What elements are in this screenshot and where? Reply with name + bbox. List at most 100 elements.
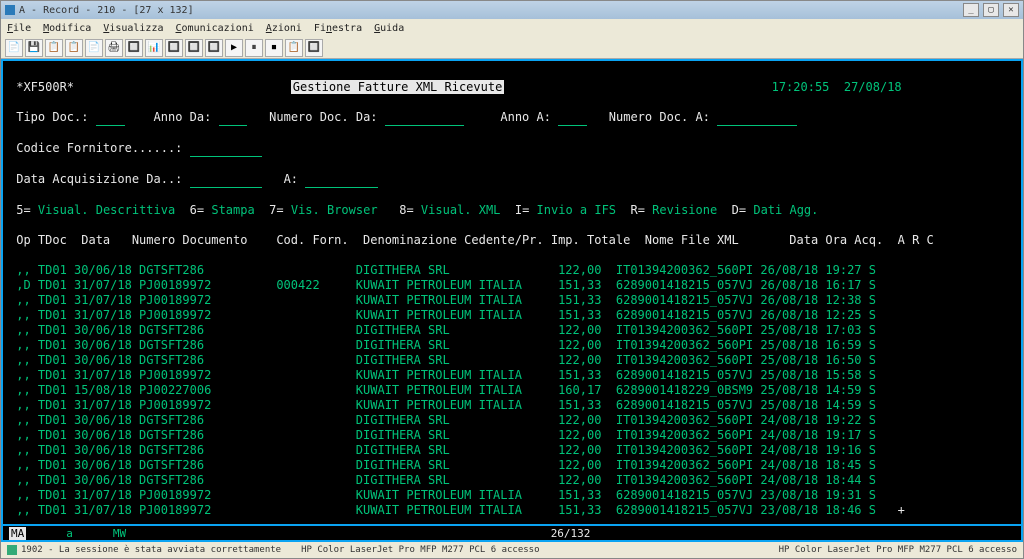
anno-a-label: Anno A:	[500, 110, 551, 124]
toolbar-btn-6[interactable]: 🔲	[125, 39, 143, 57]
toolbar: 📄💾📋📋📄🖨🔲📊🔲🔲🔲▶⏸⏹📋🔲	[1, 37, 1023, 59]
cmd-6-key: 6=	[190, 203, 204, 217]
table-row[interactable]: ,, TD01 31/07/18 PJ00189972 KUWAIT PETRO…	[9, 308, 1015, 323]
cmd-r-label: Revisione	[652, 203, 717, 217]
status-a: a	[66, 527, 73, 540]
table-row[interactable]: ,, TD01 30/06/18 DGTSFT286 DIGITHERA SRL…	[9, 353, 1015, 368]
menu-azioni[interactable]: Azioni	[266, 23, 302, 34]
menu-file[interactable]: File	[7, 23, 31, 34]
cmd-6-label: Stampa	[211, 203, 254, 217]
anno-da-label: Anno Da:	[154, 110, 212, 124]
tipo-doc-input[interactable]	[96, 110, 125, 126]
menu-finestra[interactable]: Finestra	[314, 23, 362, 34]
numero-doc-da-input[interactable]	[385, 110, 464, 126]
table-row[interactable]: ,, TD01 31/07/18 PJ00189972 KUWAIT PETRO…	[9, 293, 1015, 308]
row-data: TD01 31/07/18 PJ00189972 000422 KUWAIT P…	[38, 278, 876, 292]
data-acq-da-input[interactable]	[190, 172, 262, 188]
toolbar-btn-4[interactable]: 📄	[85, 39, 103, 57]
table-row[interactable]: ,, TD01 31/07/18 PJ00189972 KUWAIT PETRO…	[9, 488, 1015, 503]
op-input[interactable]: ,,	[9, 488, 38, 502]
row-data: TD01 30/06/18 DGTSFT286 DIGITHERA SRL 12…	[38, 473, 876, 487]
table-row[interactable]: ,, TD01 30/06/18 DGTSFT286 DIGITHERA SRL…	[9, 263, 1015, 278]
row-data: TD01 31/07/18 PJ00189972 KUWAIT PETROLEU…	[38, 503, 876, 517]
anno-a-input[interactable]	[558, 110, 587, 126]
toolbar-btn-7[interactable]: 📊	[145, 39, 163, 57]
codice-fornitore-label: Codice Fornitore......:	[16, 141, 182, 155]
row-data: TD01 31/07/18 PJ00189972 KUWAIT PETROLEU…	[38, 488, 876, 502]
row-data: TD01 30/06/18 DGTSFT286 DIGITHERA SRL 12…	[38, 428, 876, 442]
data-acq-da-label: Data Acquisizione Da..:	[16, 172, 182, 186]
toolbar-btn-0[interactable]: 📄	[5, 39, 23, 57]
minimize-button[interactable]: _	[963, 3, 979, 17]
program-id: *XF500R*	[16, 80, 74, 94]
cmd-d-label: Dati Agg.	[753, 203, 818, 217]
row-data: TD01 30/06/18 DGTSFT286 DIGITHERA SRL 12…	[38, 458, 876, 472]
menu-visualizza[interactable]: Visualizza	[103, 23, 163, 34]
table-row[interactable]: ,, TD01 15/08/18 PJ00227006 KUWAIT PETRO…	[9, 383, 1015, 398]
toolbar-btn-15[interactable]: 🔲	[305, 39, 323, 57]
toolbar-btn-14[interactable]: 📋	[285, 39, 303, 57]
toolbar-btn-11[interactable]: ▶	[225, 39, 243, 57]
window-titlebar: A - Record - 210 - [27 x 132] _ ▢ ✕	[1, 1, 1023, 19]
table-row[interactable]: ,, TD01 30/06/18 DGTSFT286 DIGITHERA SRL…	[9, 473, 1015, 488]
op-input[interactable]: ,,	[9, 458, 38, 472]
table-row[interactable]: ,, TD01 30/06/18 DGTSFT286 DIGITHERA SRL…	[9, 338, 1015, 353]
toolbar-btn-5[interactable]: 🖨	[105, 39, 123, 57]
op-input[interactable]: ,,	[9, 293, 38, 307]
table-row[interactable]: ,, TD01 30/06/18 DGTSFT286 DIGITHERA SRL…	[9, 323, 1015, 338]
table-row[interactable]: ,, TD01 31/07/18 PJ00189972 KUWAIT PETRO…	[9, 503, 1015, 518]
toolbar-btn-3[interactable]: 📋	[65, 39, 83, 57]
table-row[interactable]: ,, TD01 30/06/18 DGTSFT286 DIGITHERA SRL…	[9, 428, 1015, 443]
op-input[interactable]: ,,	[9, 308, 38, 322]
table-row[interactable]: ,, TD01 31/07/18 PJ00189972 KUWAIT PETRO…	[9, 398, 1015, 413]
table-row[interactable]: ,, TD01 30/06/18 DGTSFT286 DIGITHERA SRL…	[9, 458, 1015, 473]
op-input[interactable]: ,,	[9, 338, 38, 352]
toolbar-btn-8[interactable]: 🔲	[165, 39, 183, 57]
codice-fornitore-input[interactable]	[190, 141, 262, 157]
op-input[interactable]: ,,	[9, 473, 38, 487]
table-row[interactable]: ,, TD01 30/06/18 DGTSFT286 DIGITHERA SRL…	[9, 443, 1015, 458]
app-icon	[5, 5, 15, 15]
numero-doc-a-input[interactable]	[717, 110, 796, 126]
row-data: TD01 15/08/18 PJ00227006 KUWAIT PETROLEU…	[38, 383, 876, 397]
cmd-r-key: R=	[630, 203, 644, 217]
toolbar-btn-9[interactable]: 🔲	[185, 39, 203, 57]
op-input[interactable]: ,D	[9, 278, 38, 292]
op-input[interactable]: ,,	[9, 323, 38, 337]
cmd-8-key: 8=	[399, 203, 413, 217]
op-input[interactable]: ,,	[9, 398, 38, 412]
toolbar-btn-1[interactable]: 💾	[25, 39, 43, 57]
table-row[interactable]: ,D TD01 31/07/18 PJ00189972 000422 KUWAI…	[9, 278, 1015, 293]
menu-guida[interactable]: Guida	[374, 23, 404, 34]
row-data: TD01 31/07/18 PJ00189972 KUWAIT PETROLEU…	[38, 293, 876, 307]
toolbar-btn-13[interactable]: ⏹	[265, 39, 283, 57]
op-input[interactable]: ,,	[9, 368, 38, 382]
connection-icon	[7, 545, 17, 555]
row-data: TD01 30/06/18 DGTSFT286 DIGITHERA SRL 12…	[38, 413, 876, 427]
op-input[interactable]: ,,	[9, 413, 38, 427]
op-input[interactable]: ,,	[9, 383, 38, 397]
toolbar-btn-10[interactable]: 🔲	[205, 39, 223, 57]
table-row[interactable]: ,, TD01 31/07/18 PJ00189972 KUWAIT PETRO…	[9, 368, 1015, 383]
session-status: 1902 - La sessione è stata avviata corre…	[21, 545, 281, 555]
table-row[interactable]: ,, TD01 30/06/18 DGTSFT286 DIGITHERA SRL…	[9, 413, 1015, 428]
status-ma: MA	[9, 527, 26, 540]
op-input[interactable]: ,,	[9, 353, 38, 367]
toolbar-btn-12[interactable]: ⏸	[245, 39, 263, 57]
row-data: TD01 31/07/18 PJ00189972 KUWAIT PETROLEU…	[38, 308, 876, 322]
op-input[interactable]: ,,	[9, 428, 38, 442]
printer-mid: HP Color LaserJet Pro MFP M277 PCL 6 acc…	[301, 545, 539, 555]
toolbar-btn-2[interactable]: 📋	[45, 39, 63, 57]
maximize-button[interactable]: ▢	[983, 3, 999, 17]
anno-da-input[interactable]	[219, 110, 248, 126]
op-input[interactable]: ,,	[9, 443, 38, 457]
terminal-screen[interactable]: *XF500R* Gestione Fatture XML Ricevute 1…	[1, 59, 1023, 526]
menu-modifica[interactable]: Modifica	[43, 23, 91, 34]
op-input[interactable]: ,,	[9, 263, 38, 277]
close-button[interactable]: ✕	[1003, 3, 1019, 17]
time: 17:20:55	[772, 80, 830, 94]
menu-comunicazioni[interactable]: Comunicazioni	[176, 23, 254, 34]
data-acq-a-input[interactable]	[305, 172, 377, 188]
op-input[interactable]: ,,	[9, 503, 38, 517]
menubar: File Modifica Visualizza Comunicazioni A…	[1, 19, 1023, 37]
